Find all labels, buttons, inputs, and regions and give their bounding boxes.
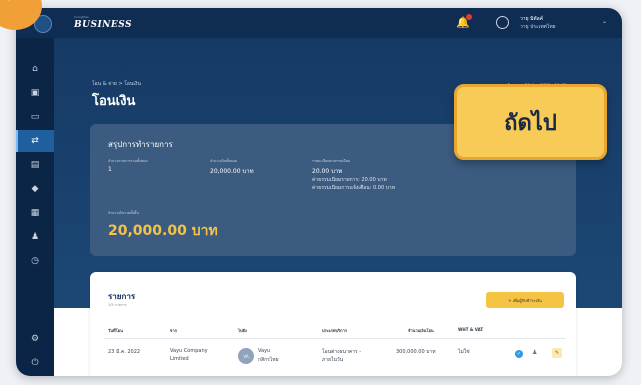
fee-value: 20.00 บาท: [312, 168, 343, 175]
column-header-amount[interactable]: จำนวนเงินโอน: [408, 327, 434, 334]
fee-line-2: ค่าธรรมเนียมการแจ้งเตือน: 0.00 บาท: [312, 185, 395, 191]
transaction-list: รายการ 1/5 รายการ + เพิ่มผู้รับชำระเงิน …: [90, 272, 576, 376]
row-wht: ไม่ใช่: [458, 349, 470, 355]
app-window: krungthai BUSINESS 🔔 วายุ มิตัลค์ วายุ ป…: [16, 8, 622, 376]
count-value: 1: [108, 166, 112, 173]
summary-title: สรุปการทำรายการ: [108, 140, 173, 149]
brand-name: BUSINESS: [74, 20, 133, 30]
transfer-icon[interactable]: ⇄: [16, 130, 54, 152]
tag-icon[interactable]: ◆: [16, 178, 54, 200]
edit-icon[interactable]: ✎: [552, 348, 562, 358]
breadcrumb[interactable]: โอน & จ่าย > โอนเงิน: [92, 80, 141, 88]
bill-icon[interactable]: ▤: [16, 154, 54, 176]
history-icon[interactable]: ◷: [16, 250, 54, 272]
column-header-service[interactable]: ประเภทบริการ: [322, 327, 347, 334]
user-avatar[interactable]: [496, 16, 509, 29]
chevron-down-icon[interactable]: ⌄: [602, 18, 607, 25]
column-header-from[interactable]: จาก: [170, 327, 177, 334]
settings-icon[interactable]: ⚙: [16, 328, 54, 350]
fee-line-1: ค่าธรรมเนียมรายการ: 20.00 บาท: [312, 177, 387, 183]
column-header-date[interactable]: วันที่โอน: [108, 327, 123, 334]
verified-check-icon: ✓: [515, 350, 523, 358]
sidebar: ⌂ ▣ ▭ ⇄ ▤ ◆ ▦ ♟ ◷ ⚙ ⏻: [16, 38, 54, 376]
row-service-line-2: ภายในวัน: [322, 357, 344, 363]
page-title: โอนเงิน: [92, 94, 136, 109]
total-label: จำนวนเงินรวมทั้งสิ้น: [108, 211, 139, 215]
step-number: 18: [0, 0, 15, 5]
logout-icon[interactable]: ⏻: [16, 352, 54, 374]
top-bar: krungthai BUSINESS 🔔 วายุ มิตัลค์ วายุ ป…: [16, 8, 622, 38]
payee-avatar: VA: [238, 348, 254, 364]
list-count: 1/5 รายการ: [108, 303, 127, 307]
account-icon[interactable]: ▣: [16, 82, 54, 104]
card-icon[interactable]: ▭: [16, 106, 54, 128]
user-company: วายุ ประเทศไทย: [520, 24, 556, 30]
home-icon[interactable]: ⌂: [16, 58, 54, 80]
amount-value: 20,000.00 บาท: [210, 168, 254, 175]
row-from-line-1: Vayu Company: [170, 348, 208, 354]
total-value: 20,000.00 บาท: [108, 223, 218, 239]
add-payee-button[interactable]: + เพิ่มผู้รับชำระเงิน: [486, 292, 564, 308]
document-icon[interactable]: ▦: [16, 202, 54, 224]
next-button[interactable]: ถัดไป: [454, 84, 607, 160]
column-header-wht[interactable]: WHT & VAT: [458, 327, 483, 332]
fee-label: รายละเอียดค่าธรรมเนียม: [312, 159, 350, 163]
notification-dot: [466, 14, 472, 20]
brand-subtitle: krungthai: [74, 15, 89, 19]
row-service-line-1: โอนต่างธนาคาร -: [322, 349, 362, 355]
row-divider: [104, 338, 566, 339]
count-label: จำนวนรายการรวมทั้งหมด: [108, 159, 148, 163]
column-header-to[interactable]: ไปยัง: [238, 327, 247, 334]
amount-label: จำนวนเงินทั้งหมด: [210, 159, 237, 163]
row-amount: 300,000.00 บาท: [396, 349, 436, 355]
person-icon[interactable]: ♟: [532, 349, 537, 356]
row-from-line-2: Limited: [170, 356, 189, 362]
row-date: 23 มี.ค. 2022: [108, 349, 141, 355]
user-name: วายุ มิตัลค์: [520, 16, 544, 22]
users-icon[interactable]: ♟: [16, 226, 54, 248]
row-to-line-2: กสิกรไทย: [258, 357, 279, 363]
row-to-line-1: Vayu: [258, 348, 271, 354]
